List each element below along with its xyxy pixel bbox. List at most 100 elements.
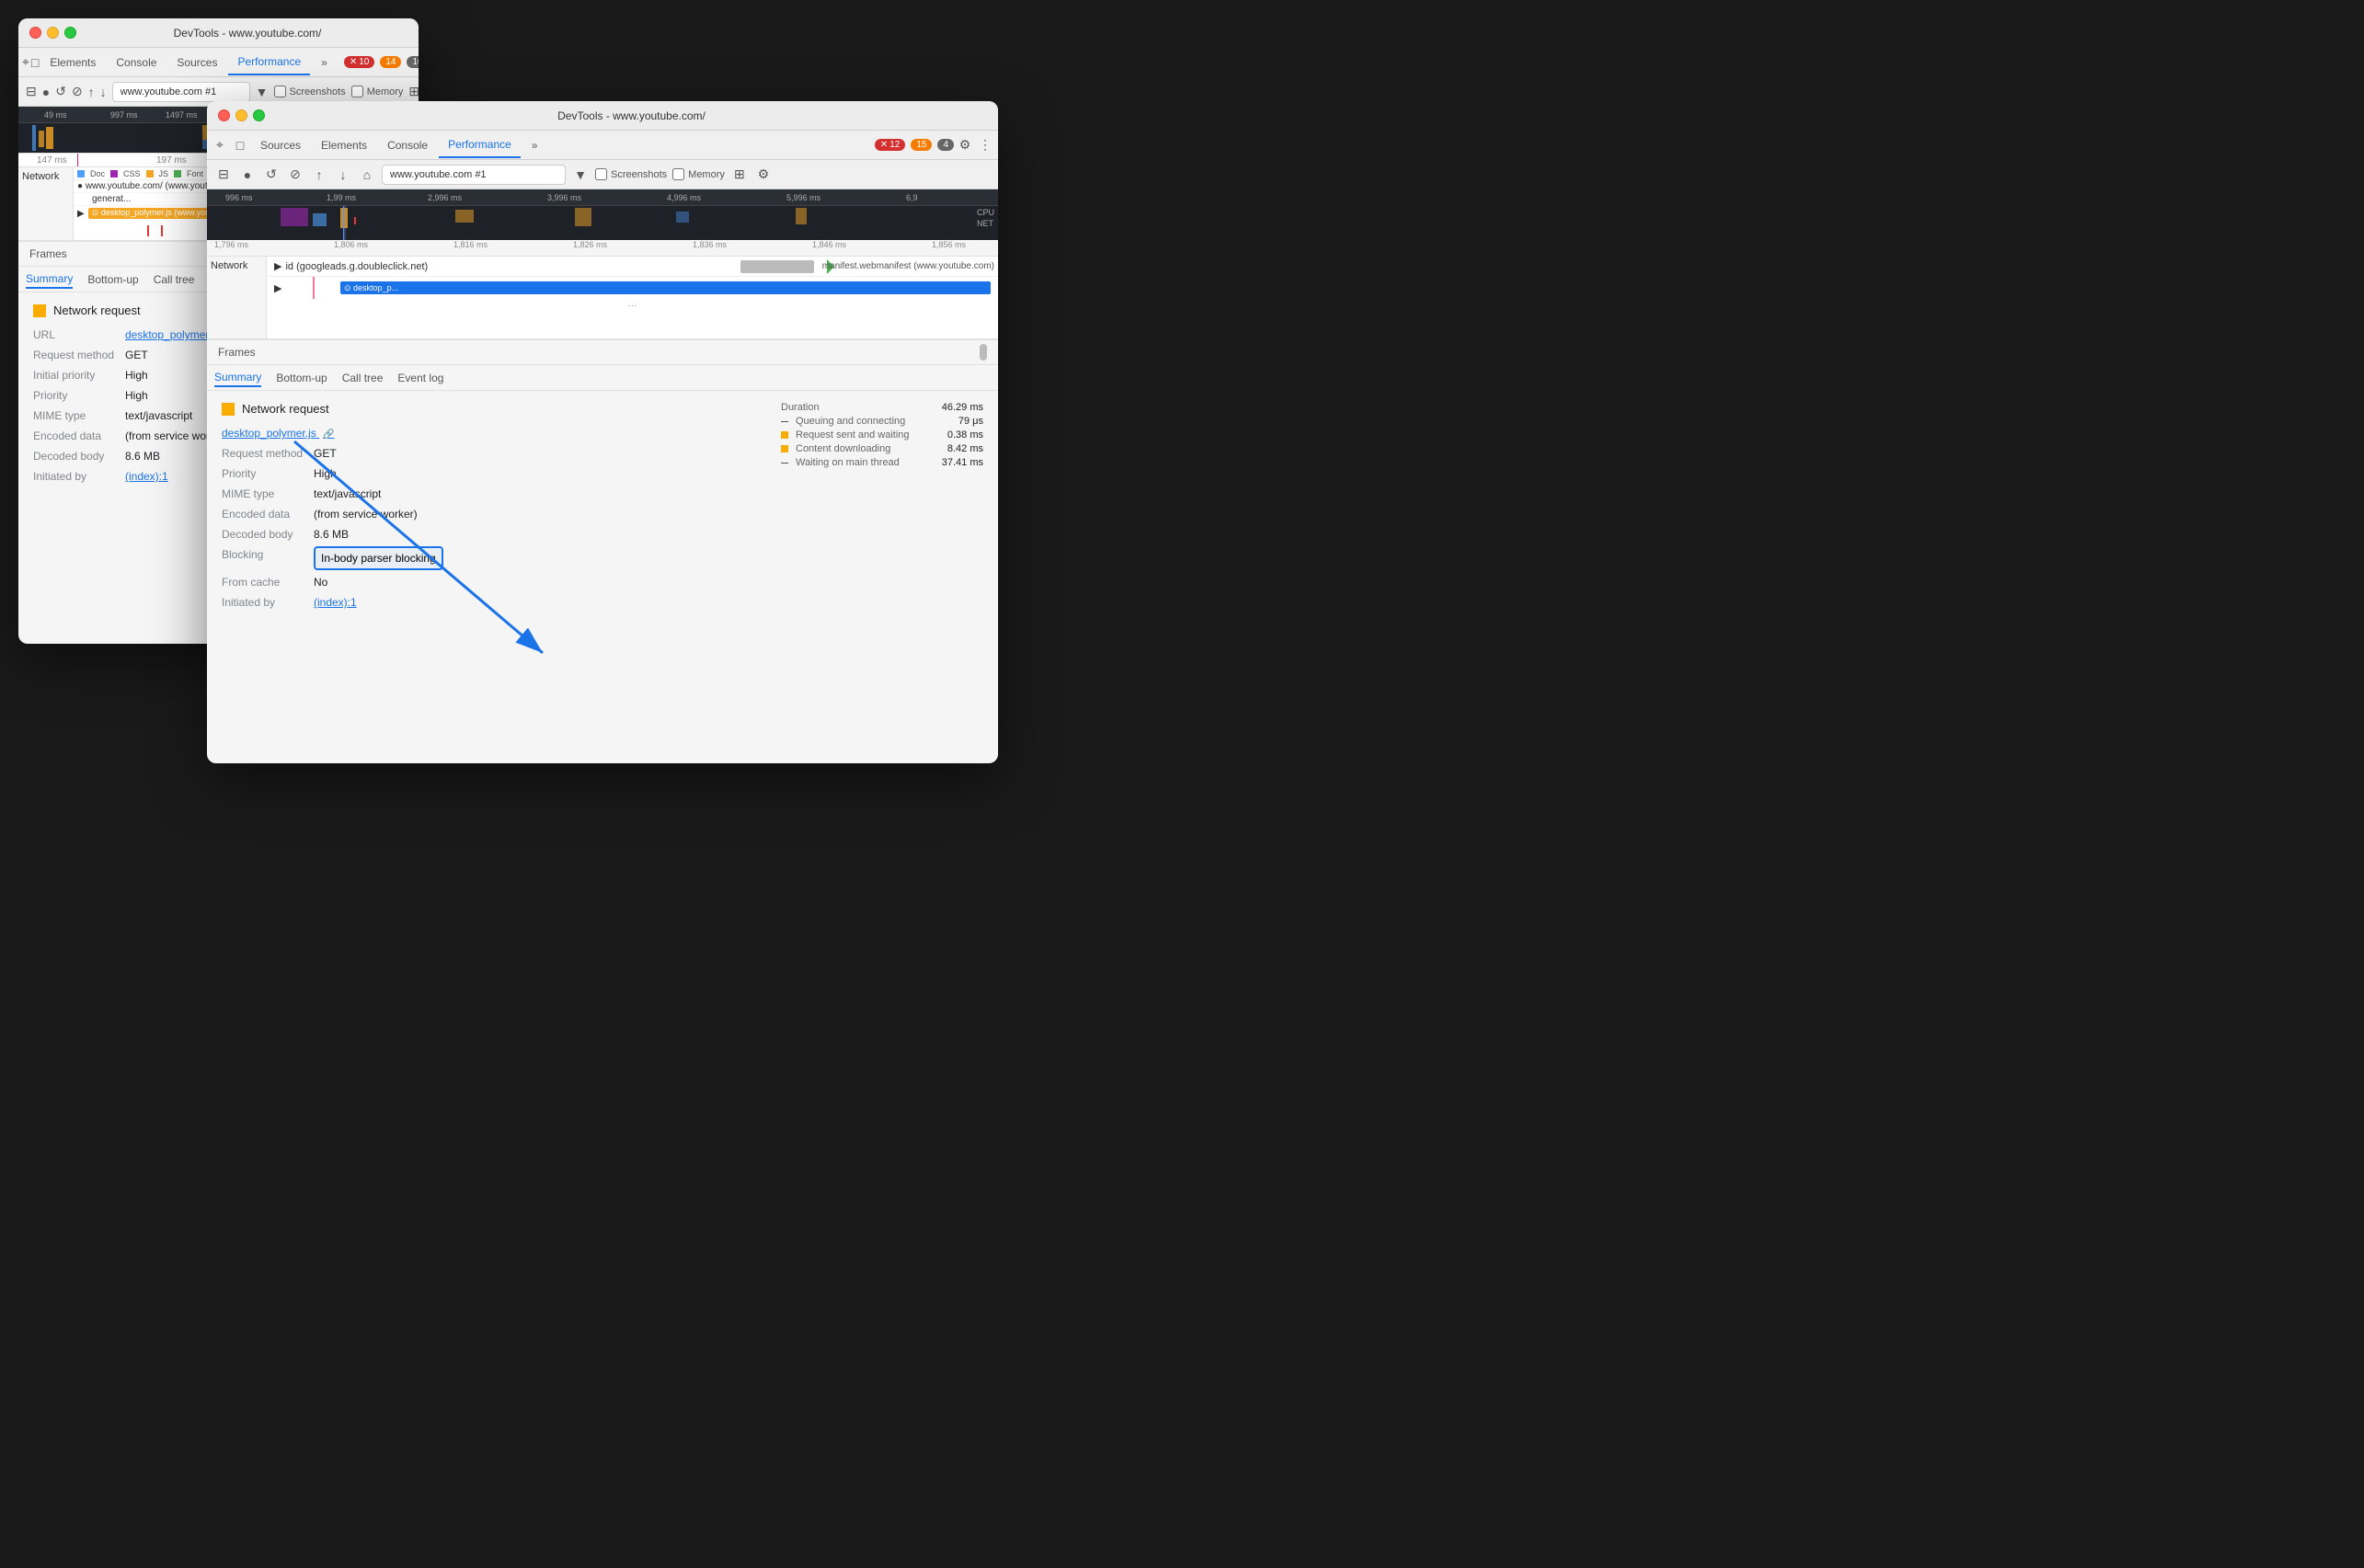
reload-icon-1[interactable]: ↺ <box>55 83 66 101</box>
initiated-value-1[interactable]: (index):1 <box>125 468 168 485</box>
priority-value-2: High <box>314 465 337 482</box>
chevron-icon-2[interactable]: ▼ <box>571 166 590 184</box>
stop-icon-2[interactable]: ⊘ <box>286 166 304 184</box>
inspect-icon-1[interactable]: ⌖ <box>22 53 29 72</box>
tab-console-1[interactable]: Console <box>107 50 166 75</box>
duration-row-1-value: 0.38 ms <box>947 429 983 441</box>
from-cache-value-2: No <box>314 574 327 590</box>
settings-icon-2[interactable]: ⚙ <box>956 136 974 155</box>
traffic-lights-2[interactable] <box>218 109 265 121</box>
from-cache-row-2: From cache No <box>222 574 983 590</box>
priority-label-1: Priority <box>33 387 125 404</box>
duration-row-0-value: 79 μs <box>958 416 983 427</box>
tab-sources-2[interactable]: Sources <box>251 132 310 158</box>
screenshots-checkbox-1[interactable]: Screenshots <box>274 86 346 97</box>
duration-row-3: Waiting on main thread 37.41 ms <box>781 457 983 468</box>
frames-bar-2: Frames <box>207 339 998 365</box>
device-icon-1[interactable]: □ <box>31 53 39 72</box>
duration-row-1-label: Request sent and waiting <box>781 429 910 441</box>
dur-icon-0 <box>781 421 788 422</box>
dock-icon-2[interactable]: ⊟ <box>214 166 233 184</box>
ms-1816: 1,816 ms <box>453 240 488 249</box>
decoded-label-2: Decoded body <box>222 526 314 543</box>
decoded-row-2: Decoded body 8.6 MB <box>222 526 983 543</box>
network-request-label-2: Network request <box>242 402 329 416</box>
reload-icon-2[interactable]: ↺ <box>262 166 281 184</box>
address-input-1[interactable] <box>112 82 250 102</box>
sub-tab-eventlog-2[interactable]: Event log <box>397 370 443 386</box>
ruler-4996: 4,996 ms <box>667 193 701 202</box>
method-label-2: Request method <box>222 445 314 462</box>
tab-console-2[interactable]: Console <box>378 132 437 158</box>
sub-tab-calltree-1[interactable]: Call tree <box>154 271 195 288</box>
ruler-3996: 3,996 ms <box>547 193 581 202</box>
error-icon-2: ✕ <box>880 140 888 150</box>
close-button-1[interactable] <box>29 27 41 39</box>
detail-ruler-2: 1,796 ms 1,806 ms 1,816 ms 1,826 ms 1,83… <box>207 240 998 257</box>
network-sidebar-1: Network <box>18 167 74 240</box>
blocking-value-2: In-body parser blocking <box>314 546 443 570</box>
network-request-label-1: Network request <box>53 303 141 317</box>
tab-performance-1[interactable]: Performance <box>228 50 310 75</box>
red-marker-2 <box>161 225 163 236</box>
traffic-lights-1[interactable] <box>29 27 76 39</box>
dur-icon-1 <box>781 431 788 439</box>
tab-sources-1[interactable]: Sources <box>167 50 226 75</box>
network-icon-2[interactable]: ⊞ <box>730 166 749 184</box>
tab-more-2[interactable]: » <box>522 132 547 158</box>
dock-icon-1[interactable]: ⊟ <box>26 83 37 101</box>
duration-title-label: Duration <box>781 402 820 413</box>
ms-197: 197 ms <box>156 155 187 166</box>
inspect-icon-2[interactable]: ⌖ <box>211 136 229 155</box>
net-row-2-1: ▶ id (googleads.g.doubleclick.net) manif… <box>267 257 998 277</box>
tab-performance-2[interactable]: Performance <box>439 132 521 158</box>
decoded-label-1: Decoded body <box>33 448 125 464</box>
upload-icon-2[interactable]: ↑ <box>310 166 328 184</box>
duration-row-2: Content downloading 8.42 ms <box>781 443 983 454</box>
sub-tab-bottomup-1[interactable]: Bottom-up <box>87 271 138 288</box>
decoded-value-1: 8.6 MB <box>125 448 160 464</box>
stop-icon-1[interactable]: ⊘ <box>72 83 83 101</box>
minimize-button-1[interactable] <box>47 27 59 39</box>
minimize-button-2[interactable] <box>235 109 247 121</box>
sub-tab-bottomup-2[interactable]: Bottom-up <box>276 370 327 386</box>
duration-title-value: 46.29 ms <box>942 402 983 413</box>
address-input-2[interactable] <box>382 165 566 185</box>
memory-checkbox-1[interactable]: Memory <box>351 86 404 97</box>
url-value-2[interactable]: desktop_polymer.js 🔗 <box>222 425 335 441</box>
record-icon-2[interactable]: ● <box>238 166 257 184</box>
network-icon-1[interactable]: ⊞ <box>408 83 419 101</box>
settings2-icon-2[interactable]: ⚙ <box>754 166 773 184</box>
duration-title-row: Duration 46.29 ms <box>781 402 983 413</box>
tab-elements-2[interactable]: Elements <box>312 132 376 158</box>
ruler-2996: 2,996 ms <box>428 193 462 202</box>
sub-tab-calltree-2[interactable]: Call tree <box>342 370 384 386</box>
sub-tab-summary-2[interactable]: Summary <box>214 369 261 387</box>
encoded-value-2: (from service worker) <box>314 506 418 522</box>
mime-value-2: text/javascript <box>314 486 381 502</box>
scrollbar-thumb-2[interactable] <box>980 344 987 361</box>
sub-tab-summary-1[interactable]: Summary <box>26 270 73 289</box>
device-icon-2[interactable]: □ <box>231 136 249 155</box>
chevron-icon-1[interactable]: ▼ <box>256 83 269 101</box>
download-icon-2[interactable]: ↓ <box>334 166 352 184</box>
duration-panel-2: Duration 46.29 ms Queuing and connecting… <box>781 402 983 471</box>
blocking-label-2: Blocking <box>222 546 314 570</box>
ruler-996: 996 ms <box>225 193 253 202</box>
tab-elements-1[interactable]: Elements <box>40 50 105 75</box>
encoded-row-2: Encoded data (from service worker) <box>222 506 983 522</box>
screenshots-checkbox-2[interactable]: Screenshots <box>595 168 667 180</box>
home-icon-2[interactable]: ⌂ <box>358 166 376 184</box>
maximize-button-1[interactable] <box>64 27 76 39</box>
upload-icon-1[interactable]: ↑ <box>88 83 95 101</box>
devtools-window-2[interactable]: DevTools - www.youtube.com/ ⌖ □ Sources … <box>207 101 998 763</box>
record-icon-1[interactable]: ● <box>42 83 50 101</box>
initiated-value-2[interactable]: (index):1 <box>314 594 357 611</box>
tab-more-1[interactable]: » <box>312 50 337 75</box>
maximize-button-2[interactable] <box>253 109 265 121</box>
download-icon-1[interactable]: ↓ <box>100 83 107 101</box>
memory-checkbox-2[interactable]: Memory <box>672 168 725 180</box>
close-button-2[interactable] <box>218 109 230 121</box>
more-icon-2[interactable]: ⋮ <box>976 136 994 155</box>
frames-label-2: Frames <box>218 346 256 359</box>
